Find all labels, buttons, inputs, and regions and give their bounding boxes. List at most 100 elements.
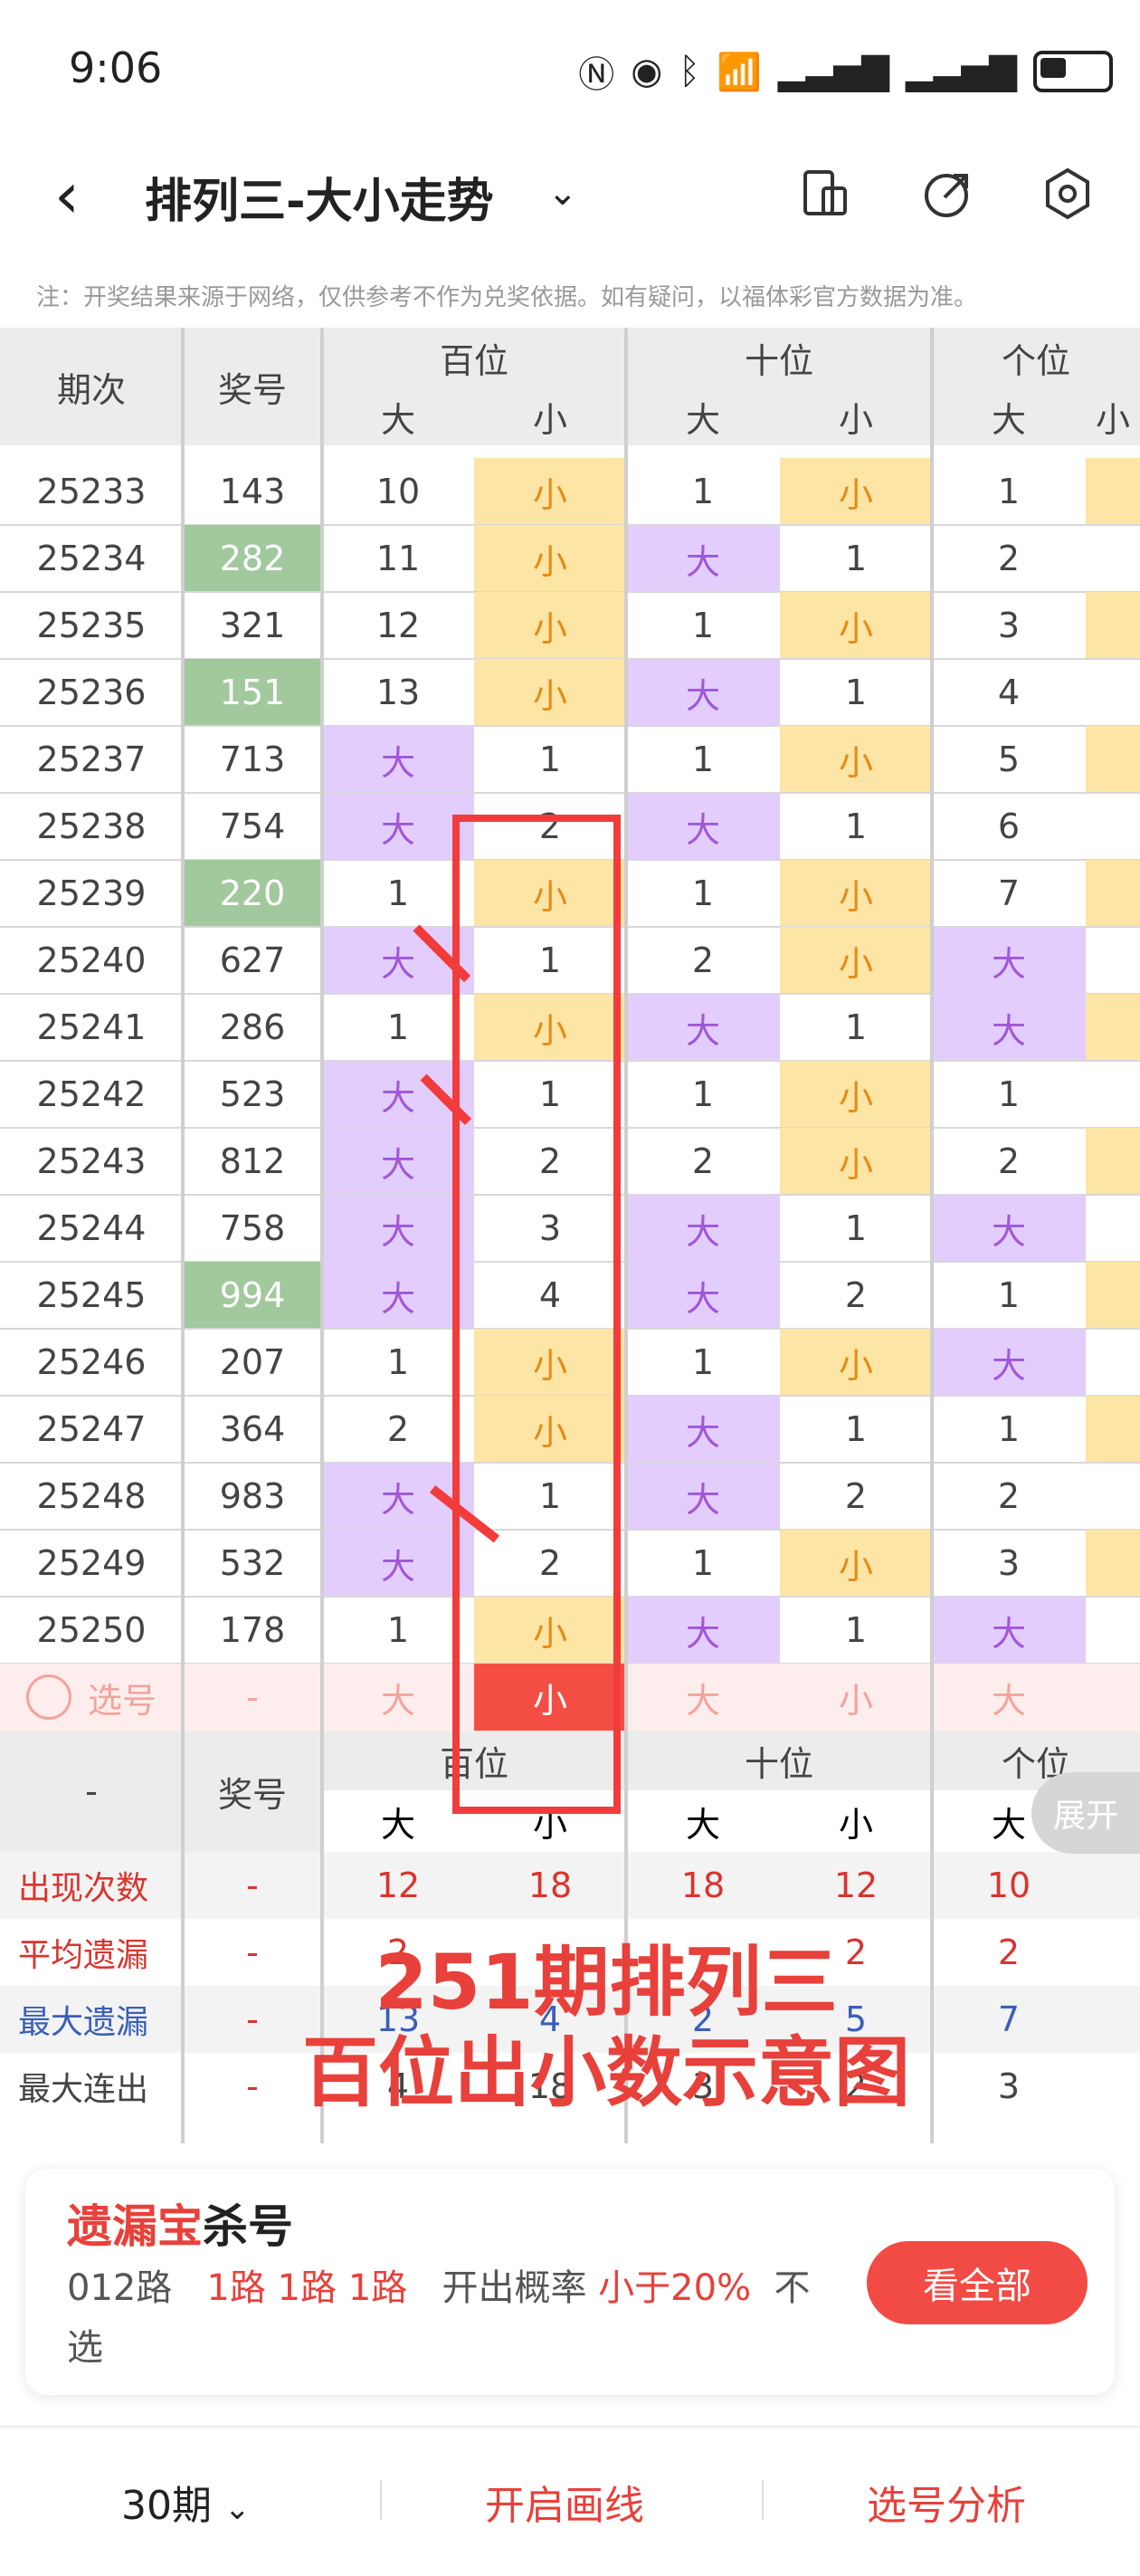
select-cell[interactable]: 选号 — [0, 1664, 183, 1731]
device-icon[interactable] — [796, 165, 854, 223]
trend-cell: 2 — [997, 539, 1021, 578]
column-divider — [320, 328, 324, 2143]
trend-cell: 大 — [626, 1463, 780, 1530]
number-cell: 754 — [219, 806, 286, 846]
back-icon[interactable]: ‹ — [54, 158, 80, 233]
trend-cell — [1086, 659, 1140, 726]
trend-cell: 2 — [386, 1409, 410, 1449]
trend-cell: 小 — [780, 1530, 932, 1597]
nfc-icon: Ⓝ — [578, 54, 615, 96]
number-cell: 812 — [219, 1141, 286, 1181]
page-title[interactable]: 排列三-大小走势 — [145, 163, 494, 231]
trend-cell: 大 — [322, 793, 474, 860]
trend-cell: 大 — [932, 1195, 1086, 1262]
radio-icon[interactable] — [25, 1674, 71, 1720]
stat-value — [1086, 1986, 1140, 2053]
number-cell: 713 — [219, 739, 286, 779]
sub-header-small: 小 — [780, 387, 932, 445]
share-icon[interactable] — [919, 165, 977, 223]
number-cell: 178 — [219, 1610, 286, 1650]
trend-cell: 大 — [322, 1195, 474, 1262]
select-option[interactable]: 小 — [780, 1664, 932, 1731]
sub-header-small: 小 — [474, 387, 626, 445]
period-cell: 25242 — [36, 1074, 147, 1114]
trend-cell: 1 — [844, 1007, 868, 1047]
trend-cell: 大 — [932, 927, 1086, 994]
select-option[interactable]: 大 — [626, 1664, 780, 1731]
see-all-button[interactable]: 看全部 — [867, 2241, 1088, 2324]
trend-cell: 大 — [626, 659, 780, 726]
annotation-text: 251期排列三 百位出小数示意图 — [244, 1937, 968, 2118]
trend-cell: 大 — [932, 1329, 1086, 1396]
number-cell: 523 — [219, 1074, 286, 1114]
expand-button[interactable]: 展开 — [1031, 1772, 1140, 1854]
stat-label: 平均遗漏 — [0, 1919, 183, 1986]
annotation-line2: 百位出小数示意图 — [301, 2028, 910, 2117]
analysis-button[interactable]: 选号分析 — [867, 2473, 1026, 2531]
trend-cell — [1086, 1061, 1140, 1128]
footer-number: 奖号 — [183, 1731, 322, 1852]
chevron-down-icon[interactable]: ⌄ — [547, 172, 578, 214]
trend-cell: 12 — [375, 606, 421, 645]
select-option[interactable]: 大 — [932, 1664, 1086, 1731]
trend-cell — [1086, 525, 1140, 592]
period-cell: 25238 — [36, 806, 147, 846]
group-header: 个位 — [932, 328, 1140, 387]
trend-cell: 大 — [322, 1530, 474, 1597]
trend-cell: 1 — [844, 1610, 868, 1650]
period-cell: 25233 — [36, 472, 147, 511]
trend-cell: 6 — [997, 806, 1021, 846]
trend-cell: 1 — [691, 873, 715, 913]
trend-cell: 小 — [780, 860, 932, 927]
battery-icon — [1033, 51, 1113, 92]
number-cell: 220 — [183, 860, 322, 927]
trend-cell: 1 — [691, 1342, 715, 1382]
settings-icon[interactable] — [1039, 165, 1097, 223]
period-cell: 25234 — [36, 539, 147, 578]
trend-cell: 小 — [474, 592, 626, 659]
number-cell: 758 — [219, 1208, 286, 1248]
trend-cell — [1086, 1128, 1140, 1195]
trend-cell: 小 — [780, 726, 932, 793]
col-period-header[interactable]: 期次 — [0, 328, 183, 445]
stat-dash: - — [183, 1852, 322, 1919]
trend-cell: 1 — [386, 1342, 410, 1382]
trend-cell: 1 — [844, 806, 868, 846]
trend-cell: 1 — [844, 673, 868, 712]
stat-value: 12 — [780, 1852, 932, 1919]
trend-cell — [1086, 1262, 1140, 1329]
trend-cell: 1 — [691, 472, 715, 511]
trend-cell: 大 — [322, 1128, 474, 1195]
annotation-box — [452, 815, 621, 1814]
trend-cell: 大 — [322, 1262, 474, 1329]
chevron-down-icon: ⌄ — [224, 2491, 251, 2527]
trend-cell: 1 — [386, 873, 410, 913]
number-cell: 151 — [183, 659, 322, 726]
trend-cell: 小 — [474, 525, 626, 592]
trend-cell: 1 — [997, 1275, 1021, 1315]
select-dash: - — [183, 1664, 322, 1731]
sub-header-big: 大 — [322, 387, 474, 445]
footer-sub-big: 大 — [626, 1790, 780, 1852]
period-label: 30期 — [121, 2483, 212, 2529]
trend-cell: 2 — [691, 940, 715, 980]
trend-cell — [1086, 1463, 1140, 1530]
trend-cell: 1 — [691, 606, 715, 645]
status-time: 9:06 — [69, 43, 163, 92]
trend-cell — [1086, 1597, 1140, 1664]
select-option[interactable] — [1086, 1664, 1140, 1731]
period-select[interactable]: 30期 ⌄ — [121, 2473, 251, 2531]
trend-cell: 大 — [626, 994, 780, 1061]
period-cell: 25249 — [36, 1543, 147, 1583]
trend-cell: 小 — [474, 659, 626, 726]
number-cell: 286 — [219, 1007, 286, 1047]
number-cell: 143 — [219, 472, 286, 511]
select-option[interactable]: 大 — [322, 1664, 474, 1731]
draw-line-button[interactable]: 开启画线 — [485, 2473, 644, 2531]
stat-value: 18 — [474, 1852, 626, 1919]
number-cell: 282 — [183, 525, 322, 592]
kill-line: 012路 1路 1路 1路 开出概率 小于20% 不选 — [67, 2258, 845, 2378]
footer-group-header: 十位 — [626, 1731, 932, 1790]
trend-cell: 小 — [780, 1128, 932, 1195]
trend-cell: 大 — [626, 1195, 780, 1262]
